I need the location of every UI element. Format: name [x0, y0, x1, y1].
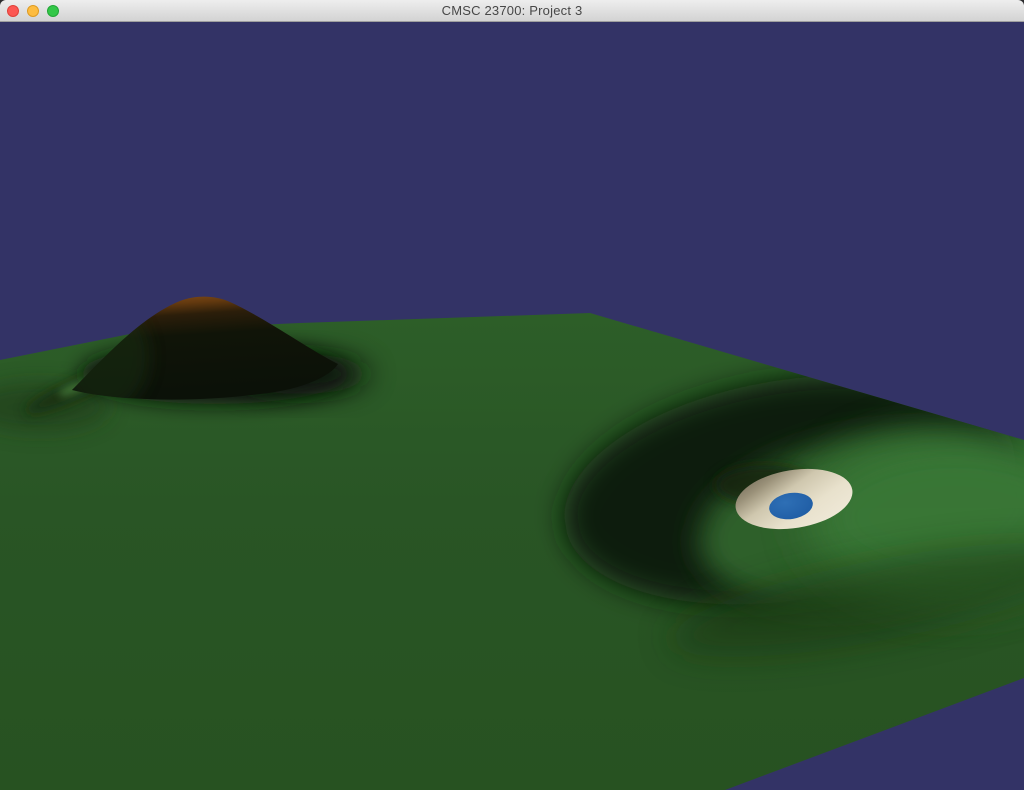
render-viewport[interactable]	[0, 22, 1024, 790]
app-window: CMSC 23700: Project 3	[0, 0, 1024, 790]
window-titlebar[interactable]: CMSC 23700: Project 3	[0, 0, 1024, 22]
zoom-button[interactable]	[47, 5, 59, 17]
minimize-button[interactable]	[27, 5, 39, 17]
window-title: CMSC 23700: Project 3	[442, 3, 583, 18]
traffic-light-group	[7, 0, 59, 22]
render-area	[0, 22, 1024, 790]
close-button[interactable]	[7, 5, 19, 17]
